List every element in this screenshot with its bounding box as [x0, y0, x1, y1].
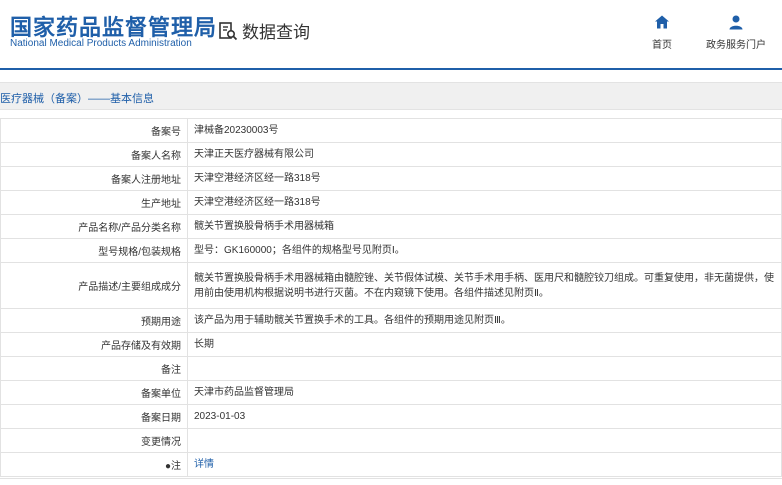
- field-value: [187, 428, 782, 453]
- table-row: 备注: [0, 356, 782, 381]
- table-row: ●注 详情: [0, 452, 782, 477]
- field-label: 产品名称/产品分类名称: [0, 214, 188, 239]
- document-search-icon: [219, 21, 238, 40]
- field-value: 津械备20230003号: [187, 118, 782, 143]
- nav-service-portal-label: 政务服务门户: [706, 40, 766, 51]
- user-icon: [729, 15, 743, 30]
- field-label: 备案日期: [0, 404, 188, 429]
- field-label: 产品描述/主要组成成分: [0, 262, 188, 309]
- data-query-title: 数据查询: [218, 18, 310, 43]
- field-value: 髋关节置换股骨柄手术用器械箱由髓腔锉、关节假体试模、关节手术用手柄、医用尺和髓腔…: [187, 262, 782, 309]
- field-value: [187, 356, 782, 381]
- field-value: 2023-01-03: [187, 404, 782, 429]
- field-label: 备案号: [0, 118, 188, 143]
- nav-home-label: 首页: [652, 40, 672, 51]
- field-value: 长期: [187, 332, 782, 357]
- field-value: 天津空港经济区经一路318号: [187, 166, 782, 191]
- table-row: 产品名称/产品分类名称 髋关节置换股骨柄手术用器械箱: [0, 214, 782, 239]
- details-link[interactable]: 详情: [194, 459, 214, 470]
- table-row: 产品存储及有效期 长期: [0, 332, 782, 357]
- table-row: 备案人名称 天津正天医疗器械有限公司: [0, 142, 782, 167]
- field-label: 变更情况: [0, 428, 188, 453]
- table-row: 生产地址 天津空港经济区经一路318号: [0, 190, 782, 215]
- table-row: 预期用途 该产品为用于辅助髋关节置换手术的工具。各组件的预期用途见附页Ⅲ。: [0, 308, 782, 333]
- divider: [0, 478, 782, 479]
- site-header: 国家药品监督管理局 National Medical Products Admi…: [0, 0, 782, 70]
- field-value: 该产品为用于辅助髋关节置换手术的工具。各组件的预期用途见附页Ⅲ。: [187, 308, 782, 333]
- record-detail-table: 备案号 津械备20230003号 备案人名称 天津正天医疗器械有限公司 备案人注…: [0, 118, 782, 477]
- nav-home[interactable]: 首页: [652, 14, 672, 51]
- data-query-label: 数据查询: [242, 23, 310, 42]
- field-value: 天津市药品监督管理局: [187, 380, 782, 405]
- table-row: 变更情况: [0, 428, 782, 453]
- table-row: 产品描述/主要组成成分 髋关节置换股骨柄手术用器械箱由髓腔锉、关节假体试模、关节…: [0, 262, 782, 309]
- field-label: 型号规格/包装规格: [0, 238, 188, 263]
- field-label: 备案人名称: [0, 142, 188, 167]
- home-icon: [655, 15, 669, 29]
- table-row: 备案日期 2023-01-03: [0, 404, 782, 429]
- field-value: 天津空港经济区经一路318号: [187, 190, 782, 215]
- field-label: 备案单位: [0, 380, 188, 405]
- table-row: 型号规格/包装规格 型号：GK160000；各组件的规格型号见附页Ⅰ。: [0, 238, 782, 263]
- breadcrumb-bar: 医疗器械（备案）——基本信息: [0, 82, 782, 110]
- field-value: 型号：GK160000；各组件的规格型号见附页Ⅰ。: [187, 238, 782, 263]
- field-label: 备案人注册地址: [0, 166, 188, 191]
- table-row: 备案人注册地址 天津空港经济区经一路318号: [0, 166, 782, 191]
- field-label: 生产地址: [0, 190, 188, 215]
- breadcrumb: 医疗器械（备案）——基本信息: [0, 93, 154, 105]
- site-logo-subtitle: National Medical Products Administration: [10, 38, 192, 49]
- field-label: 预期用途: [0, 308, 188, 333]
- table-row: 备案号 津械备20230003号: [0, 118, 782, 143]
- field-value: 详情: [187, 452, 782, 477]
- table-row: 备案单位 天津市药品监督管理局: [0, 380, 782, 405]
- field-label: 备注: [0, 356, 188, 381]
- nav-service-portal[interactable]: 政务服务门户: [706, 14, 766, 51]
- field-label: ●注: [0, 452, 188, 477]
- field-value: 髋关节置换股骨柄手术用器械箱: [187, 214, 782, 239]
- field-value: 天津正天医疗器械有限公司: [187, 142, 782, 167]
- field-label: 产品存储及有效期: [0, 332, 188, 357]
